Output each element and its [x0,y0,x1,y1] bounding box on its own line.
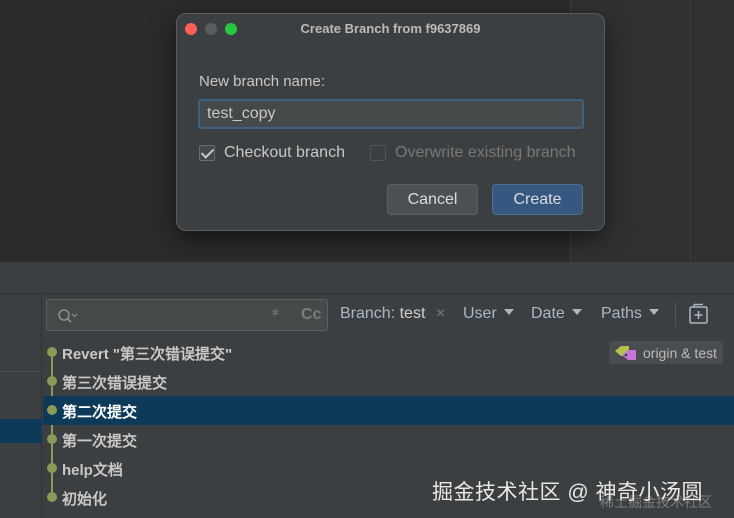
editor-gutter-line [690,0,691,262]
create-branch-dialog: Create Branch from f9637869 New branch n… [176,13,605,231]
regex-toggle-icon[interactable]: * [271,306,280,326]
commit-row[interactable]: 第三次错误提交 [43,367,734,396]
open-new-tab-icon[interactable] [688,303,710,325]
cancel-button[interactable]: Cancel [387,184,478,215]
search-input[interactable] [85,306,265,326]
branch-filter-clear-icon[interactable]: × [436,305,445,322]
overwrite-branch-label: Overwrite existing branch [395,144,576,161]
filter-separator [675,303,676,327]
search-icon [58,309,77,323]
chevron-down-icon [571,308,582,315]
commit-node [47,376,57,386]
branches-selected-row[interactable] [0,419,42,443]
paths-filter[interactable]: Paths [601,305,659,323]
ref-badge-label: origin & test [643,344,717,361]
branch-tag-icon [615,345,636,360]
commit-message: 初始化 [62,491,108,508]
chevron-down-icon [503,308,514,315]
commit-node [47,492,57,502]
branches-divider [0,371,42,372]
tool-window-header [0,262,734,294]
checkout-branch-option[interactable]: Checkout branch [199,144,345,162]
log-filter-bar: * Cc Branch: test × User Date Paths [43,295,734,335]
commit-search-box[interactable]: * Cc [46,299,328,331]
user-filter[interactable]: User [463,305,514,323]
chevron-down-icon [648,308,659,315]
branch-name-input[interactable] [198,99,584,129]
branch-filter-value: test [399,305,426,322]
branch-filter-label: Branch: [340,305,396,322]
dialog-title: Create Branch from f9637869 [300,21,481,36]
commit-message: 第三次错误提交 [62,375,168,392]
branch-filter[interactable]: Branch: test × [340,305,445,323]
watermark: 掘金技术社区 @ 神奇小汤圆 [432,481,703,504]
commit-message: help文档 [62,462,123,479]
commit-node [47,463,57,473]
checkout-branch-label: Checkout branch [224,144,345,161]
branch-name-label: New branch name: [199,73,325,90]
date-filter[interactable]: Date [531,305,582,323]
commit-row[interactable]: Revert "第三次错误提交" origin & test [43,338,734,367]
user-filter-label: User [463,305,497,322]
commit-node [47,405,57,415]
commit-message: Revert "第三次错误提交" [62,346,233,363]
ref-badge: origin & test [609,341,723,364]
branches-panel [0,295,42,518]
commit-message: 第一次提交 [62,433,138,450]
overwrite-branch-checkbox[interactable] [370,145,386,161]
commit-node [47,434,57,444]
match-case-toggle-icon[interactable]: Cc [301,306,321,324]
commit-node [47,347,57,357]
commit-row[interactable]: 第一次提交 [43,425,734,454]
overwrite-branch-option[interactable]: Overwrite existing branch [370,144,576,162]
commit-message: 第二次提交 [62,404,138,421]
date-filter-label: Date [531,305,565,322]
paths-filter-label: Paths [601,305,642,322]
commit-row-selected[interactable]: 第二次提交 [43,396,734,425]
checkout-branch-checkbox[interactable] [199,145,215,161]
create-button[interactable]: Create [492,184,583,215]
